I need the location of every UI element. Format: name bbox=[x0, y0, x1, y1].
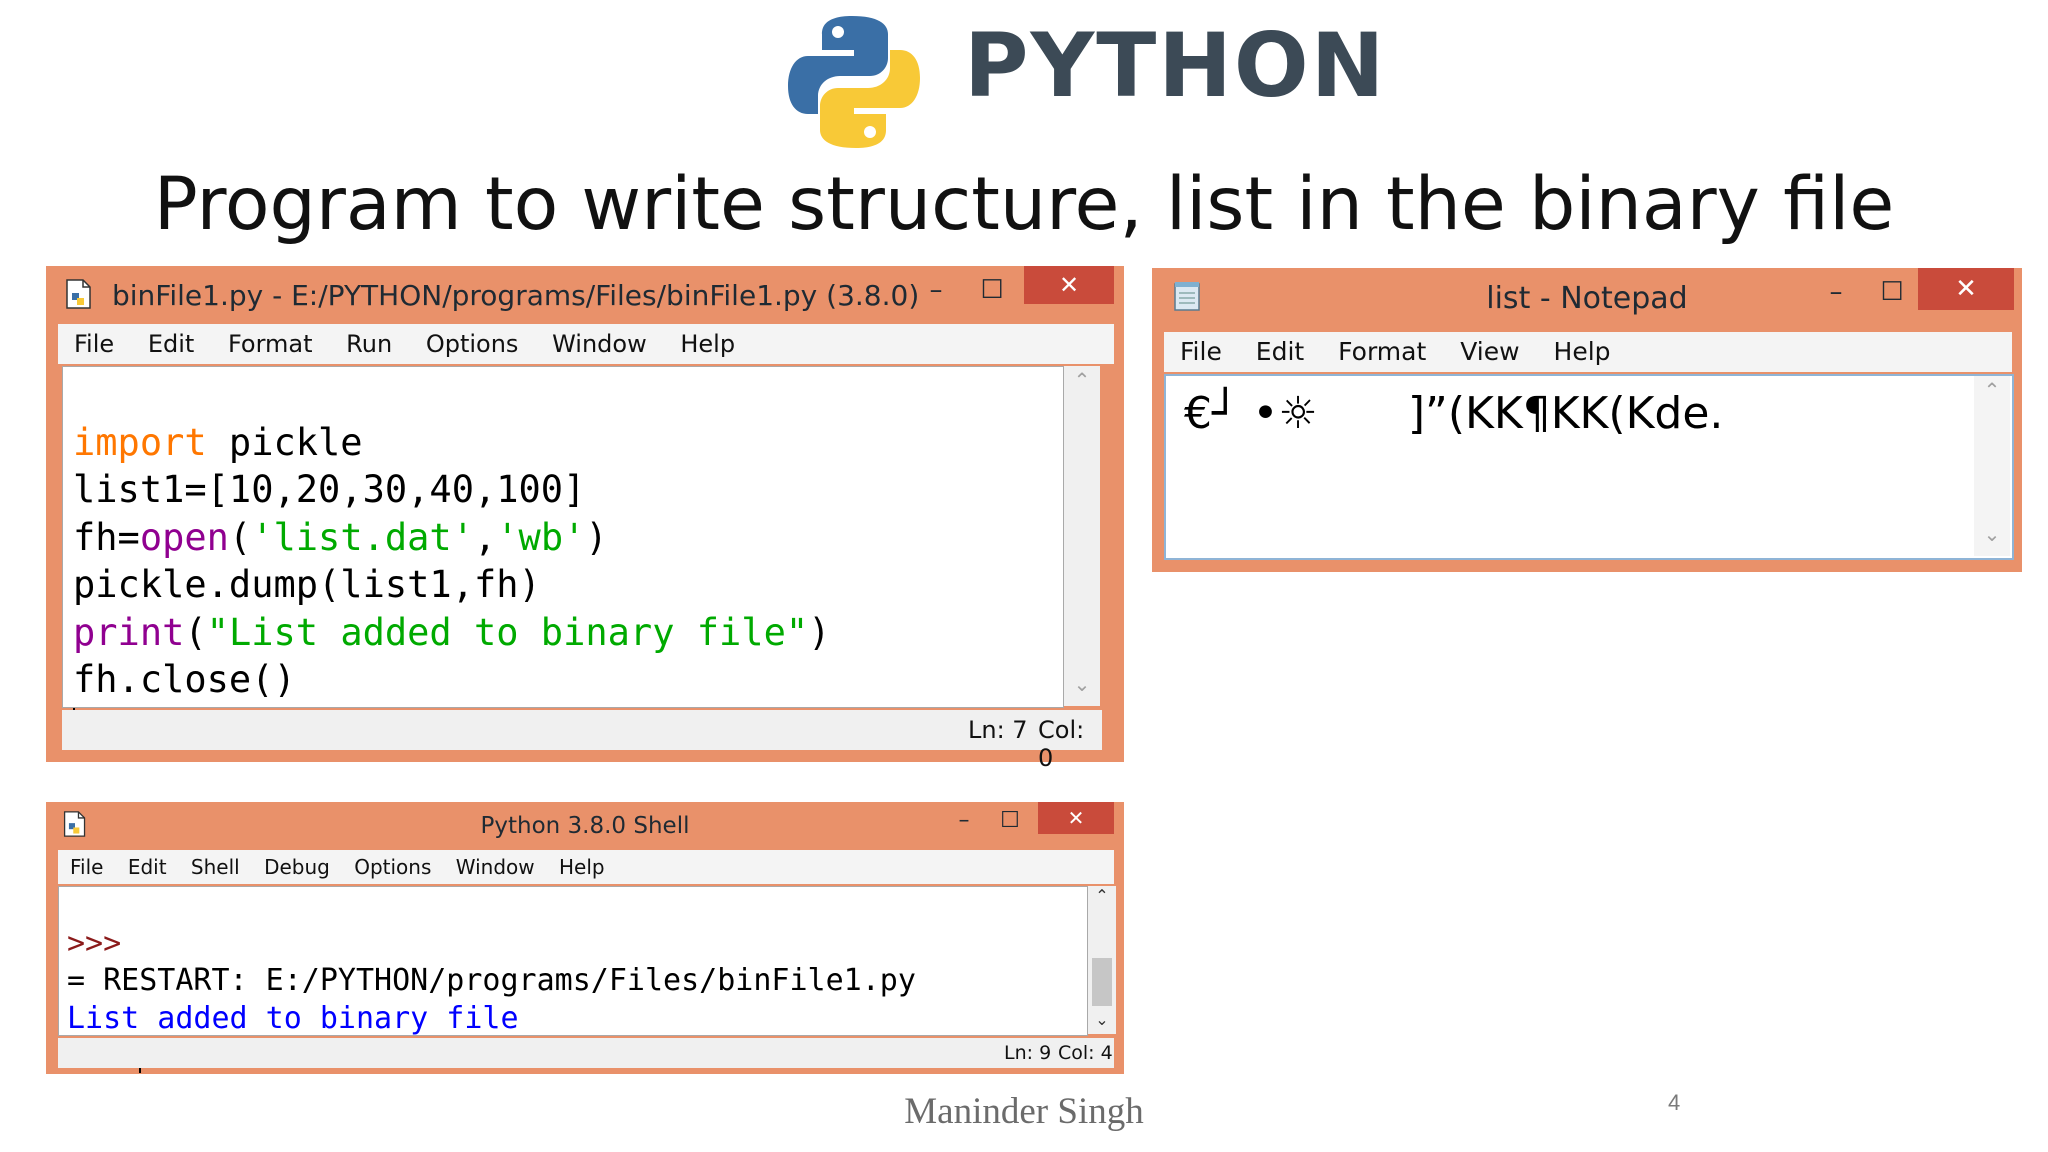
menu-debug[interactable]: Debug bbox=[264, 850, 330, 884]
notepad-menubar: File Edit Format View Help bbox=[1164, 332, 2012, 372]
page-number: 4 bbox=[1668, 1090, 1681, 1115]
menu-options[interactable]: Options bbox=[426, 324, 519, 364]
code-line-5: print("List added to binary file") bbox=[73, 610, 831, 654]
scroll-thumb[interactable] bbox=[1092, 958, 1112, 1006]
shell-scrollbar[interactable]: ⌃ ⌄ bbox=[1088, 886, 1116, 1034]
code-line-2: list1=[10,20,30,40,100] bbox=[73, 468, 586, 511]
shell-menubar: File Edit Shell Debug Options Window Hel… bbox=[58, 850, 1114, 884]
python-wordmark: PYTHON bbox=[964, 14, 1387, 117]
author-name: Maninder Singh bbox=[904, 1091, 1144, 1132]
notepad-scrollbar[interactable]: ⌃ ⌄ bbox=[1974, 376, 2010, 556]
code-line-4: pickle.dump(list1,fh) bbox=[73, 563, 541, 606]
menu-edit[interactable]: Edit bbox=[128, 850, 167, 884]
status-column: Col: 0 bbox=[1038, 716, 1085, 772]
editor-statusbar: Ln: 7 Col: 0 bbox=[62, 710, 1102, 772]
restart-line: = RESTART: E:/PYTHON/programs/Files/binF… bbox=[67, 963, 916, 998]
code-block: import pickle list1=[10,20,30,40,100] fh=o… bbox=[73, 371, 830, 846]
menu-window[interactable]: Window bbox=[456, 850, 535, 884]
binary-content-start: €┘ •☼ bbox=[1184, 388, 1318, 439]
maximize-button[interactable]: ☐ bbox=[992, 806, 1028, 836]
code-line-6: fh.close() bbox=[73, 658, 296, 701]
menu-options[interactable]: Options bbox=[354, 850, 431, 884]
scroll-down-arrow[interactable]: ⌄ bbox=[1974, 522, 2010, 546]
menu-help[interactable]: Help bbox=[1554, 332, 1611, 372]
menu-edit[interactable]: Edit bbox=[148, 324, 194, 364]
menu-help[interactable]: Help bbox=[680, 324, 735, 364]
menu-file[interactable]: File bbox=[70, 850, 103, 884]
editor-text-area[interactable]: import pickle list1=[10,20,30,40,100] fh=o… bbox=[62, 366, 1064, 750]
scroll-up-arrow[interactable]: ⌃ bbox=[1974, 378, 2010, 402]
close-button[interactable]: ✕ bbox=[1038, 802, 1114, 834]
shell-statusbar: Ln: 9 Col: 4 bbox=[58, 1038, 1114, 1068]
editor-window: binFile1.py - E:/PYTHON/programs/Files/b… bbox=[46, 266, 1124, 772]
menu-window[interactable]: Window bbox=[552, 324, 647, 364]
shell-window: Python 3.8.0 Shell – ☐ ✕ File Edit Shell… bbox=[46, 802, 1124, 1074]
close-button[interactable]: ✕ bbox=[1918, 268, 2014, 310]
maximize-button[interactable]: ☐ bbox=[972, 272, 1012, 308]
menu-edit[interactable]: Edit bbox=[1256, 332, 1304, 372]
status-line: Ln: 7 bbox=[968, 716, 1028, 744]
menu-run[interactable]: Run bbox=[346, 324, 392, 364]
slide-title: Program to write structure, list in the … bbox=[153, 162, 1895, 247]
maximize-button[interactable]: ☐ bbox=[1872, 274, 1912, 310]
scroll-down-arrow[interactable]: ⌄ bbox=[1088, 1010, 1116, 1029]
menu-shell[interactable]: Shell bbox=[191, 850, 240, 884]
binary-content-end: ]”(KK¶KK(Kde. bbox=[1407, 388, 1724, 439]
editor-scrollbar[interactable]: ⌃ ⌄ bbox=[1064, 366, 1100, 706]
menu-view[interactable]: View bbox=[1460, 332, 1519, 372]
python-logo bbox=[784, 12, 924, 152]
minimize-button[interactable]: – bbox=[946, 806, 982, 836]
editor-menubar: File Edit Format Run Options Window Help bbox=[58, 324, 1114, 364]
status-column: Col: 4 bbox=[1058, 1042, 1113, 1064]
close-button[interactable]: ✕ bbox=[1024, 266, 1114, 304]
menu-format[interactable]: Format bbox=[1338, 332, 1426, 372]
code-line-1: import pickle bbox=[73, 420, 363, 464]
idle-file-icon bbox=[64, 278, 94, 315]
menu-file[interactable]: File bbox=[1180, 332, 1222, 372]
program-output: List added to binary file bbox=[67, 1000, 519, 1036]
scroll-down-arrow[interactable]: ⌄ bbox=[1064, 672, 1100, 696]
editor-title: binFile1.py - E:/PYTHON/programs/Files/b… bbox=[112, 279, 920, 312]
notepad-window: list - Notepad – ☐ ✕ File Edit Format Vi… bbox=[1152, 268, 2022, 572]
scroll-up-arrow[interactable]: ⌃ bbox=[1088, 886, 1116, 905]
menu-format[interactable]: Format bbox=[228, 324, 313, 364]
menu-file[interactable]: File bbox=[74, 324, 114, 364]
menu-help[interactable]: Help bbox=[559, 850, 605, 884]
status-line: Ln: 9 bbox=[1004, 1042, 1052, 1064]
code-line-3: fh=open('list.dat','wb') bbox=[73, 515, 608, 559]
shell-prompt: >>> bbox=[67, 925, 122, 961]
binary-content: €┘ •☼ ]”(KK¶KK(Kde. bbox=[1184, 384, 1723, 444]
shell-text-area[interactable]: >>> = RESTART: E:/PYTHON/programs/Files/b… bbox=[58, 886, 1088, 1073]
minimize-button[interactable]: – bbox=[1816, 274, 1856, 310]
scroll-up-arrow[interactable]: ⌃ bbox=[1064, 368, 1100, 392]
minimize-button[interactable]: – bbox=[916, 272, 956, 308]
notepad-text-area[interactable]: €┘ •☼ ]”(KK¶KK(Kde. ⌃ ⌄ bbox=[1164, 374, 2014, 560]
